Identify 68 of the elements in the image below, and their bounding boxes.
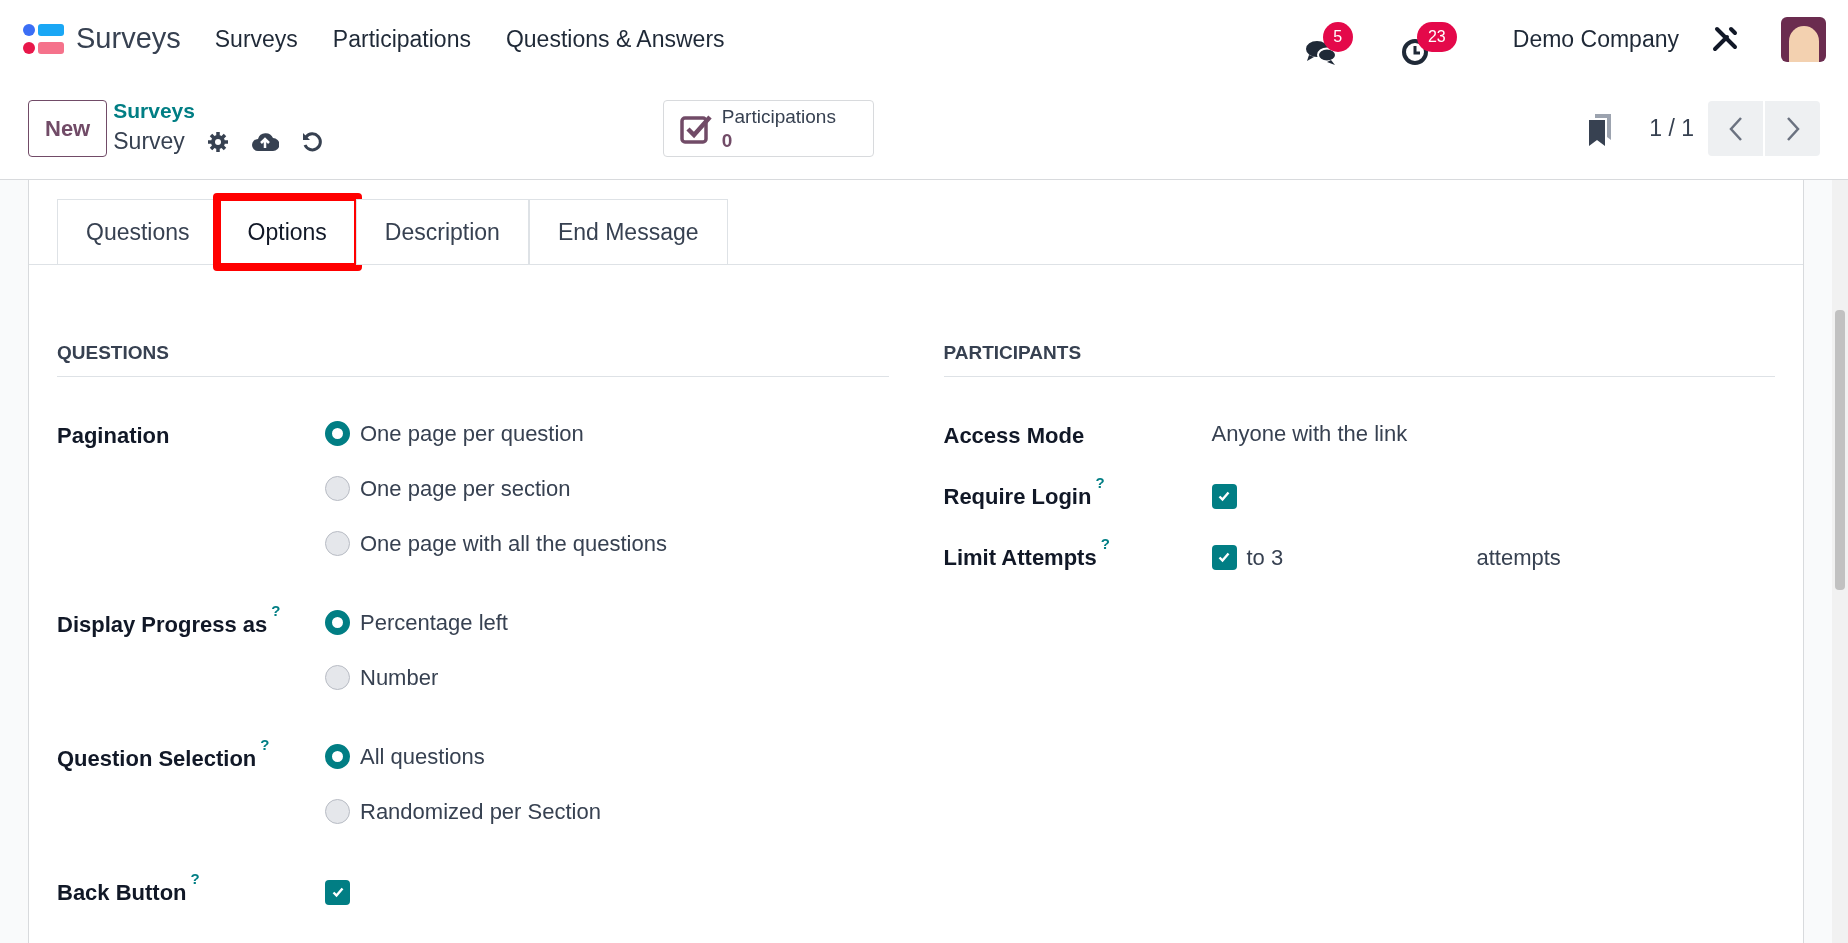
check-icon — [1217, 489, 1231, 503]
checkbox[interactable] — [1211, 483, 1237, 509]
field-label: Pagination — [57, 421, 170, 450]
bookmarks-icon[interactable] — [1587, 111, 1614, 146]
menu-item[interactable]: Surveys — [214, 21, 298, 57]
menu-item[interactable]: Participations — [332, 21, 471, 57]
chevron-right-icon — [1785, 115, 1800, 142]
check-icon — [330, 885, 345, 899]
participations-stat-button[interactable]: Participations 0 — [662, 100, 874, 157]
radio-label: Randomized per Section — [360, 797, 601, 826]
field-value: Anyone with the link — [1211, 419, 1408, 448]
radio-label: Percentage left — [360, 608, 508, 637]
company-switcher[interactable]: Demo Company — [1512, 21, 1679, 57]
field-label: Back Button — [57, 878, 187, 907]
stat-value: 0 — [721, 128, 733, 153]
tab[interactable]: Description — [355, 199, 529, 265]
checkbox[interactable] — [325, 879, 350, 905]
count-badge: 5 — [1322, 22, 1353, 52]
checkbox[interactable] — [1211, 544, 1237, 570]
radio-button[interactable] — [325, 664, 350, 690]
field-label: Display Progress as — [57, 610, 268, 639]
help-icon[interactable]: ? — [190, 867, 200, 890]
settings-icon[interactable] — [206, 130, 229, 153]
radio-label: Number — [360, 663, 439, 692]
tools-icon[interactable] — [1711, 25, 1739, 53]
field-value[interactable]: to 3 — [1246, 540, 1477, 574]
radio-label: One page per section — [360, 474, 571, 503]
undo-icon[interactable] — [300, 130, 323, 153]
field-label: Access Mode — [943, 421, 1085, 450]
cloud-upload-icon[interactable] — [250, 130, 279, 153]
record-title: Survey — [113, 127, 185, 157]
app-logo-icon[interactable] — [22, 22, 64, 56]
radio-button[interactable] — [325, 798, 350, 824]
next-button[interactable] — [1765, 101, 1820, 156]
radio-button[interactable] — [325, 475, 350, 501]
help-icon[interactable]: ? — [1095, 471, 1105, 494]
previous-button[interactable] — [1708, 101, 1763, 156]
menu-item[interactable]: Questions & Answers — [505, 21, 725, 57]
messages-button[interactable]: 5 — [1304, 22, 1355, 66]
section-title: PARTICIPANTS — [943, 339, 1775, 377]
help-icon[interactable]: ? — [260, 733, 270, 756]
check-icon — [1217, 550, 1231, 564]
field-label: Limit Attempts — [943, 543, 1097, 572]
help-icon[interactable]: ? — [271, 599, 281, 622]
clock-icon — [1400, 38, 1429, 66]
breadcrumb-link[interactable]: Surveys — [113, 98, 323, 125]
chevron-left-icon — [1728, 115, 1743, 142]
field-label: Require Login — [943, 482, 1092, 511]
radio-button[interactable] — [325, 530, 350, 556]
field-label: Question Selection — [57, 744, 257, 773]
stat-label: Participations — [721, 104, 836, 129]
radio-label: One page per question — [360, 419, 584, 448]
activities-button[interactable]: 23 — [1400, 22, 1459, 66]
tab[interactable]: End Message — [528, 199, 728, 265]
field-suffix: attempts — [1476, 543, 1561, 572]
radio-button[interactable] — [325, 420, 350, 446]
pager-value[interactable]: 1 / 1 — [1649, 111, 1694, 146]
count-badge: 23 — [1416, 22, 1457, 52]
app-name[interactable]: Surveys — [76, 17, 181, 61]
new-button[interactable]: New — [28, 100, 108, 157]
radio-label: One page with all the questions — [360, 529, 667, 558]
radio-label: All questions — [360, 742, 485, 771]
section-title: QUESTIONS — [57, 339, 889, 377]
radio-button[interactable] — [325, 743, 350, 769]
help-icon[interactable]: ? — [1100, 532, 1110, 555]
radio-button[interactable] — [325, 609, 350, 635]
user-avatar[interactable] — [1781, 16, 1826, 62]
scrollbar[interactable] — [1832, 180, 1848, 943]
